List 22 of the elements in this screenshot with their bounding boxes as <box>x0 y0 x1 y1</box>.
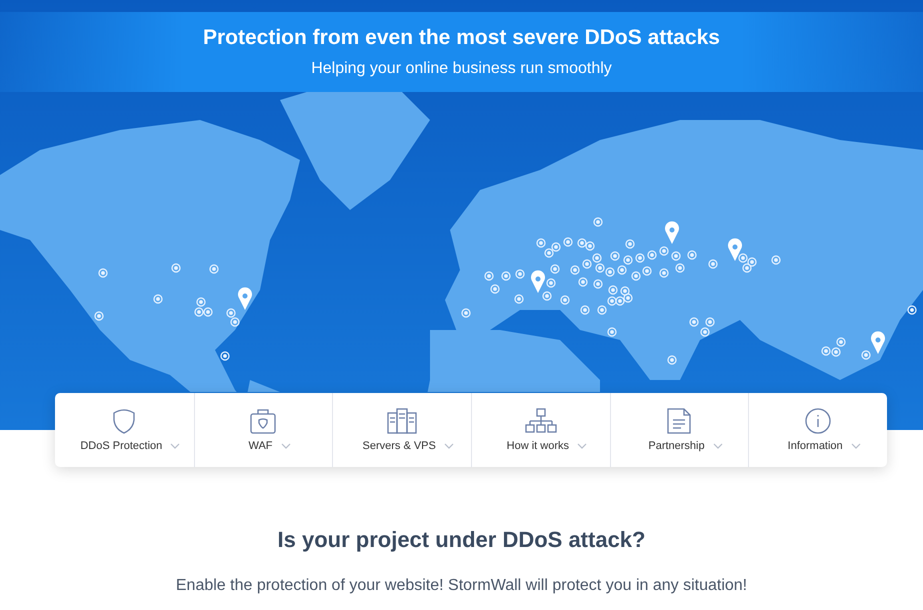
nav-menu-item[interactable]: DDoS Protection <box>55 393 194 467</box>
chevron-down-icon <box>170 443 180 449</box>
nav-menu-item[interactable]: Information <box>748 393 887 467</box>
hierarchy-icon <box>524 408 557 434</box>
nav-menu-item[interactable]: WAF <box>194 393 332 467</box>
section-heading: Is your project under DDoS attack? <box>276 527 646 553</box>
chevron-down-icon <box>712 443 723 449</box>
section-text: Enable the protection of your website! StormWall will protect you in any situation! <box>174 577 748 595</box>
chevron-down-icon <box>850 443 861 449</box>
info-icon <box>805 408 832 434</box>
document-icon <box>667 408 692 434</box>
nav-menu-item[interactable]: Servers & VPS <box>332 393 471 467</box>
hero-title: Protection from even the most severe DDoS attacks <box>202 26 720 50</box>
nav-menu-item[interactable]: How it works <box>471 393 610 467</box>
hero-subtitle: Helping your online business run smoothly <box>311 60 612 78</box>
chevron-down-icon <box>577 443 587 449</box>
briefcase-icon <box>250 408 276 434</box>
servers-icon <box>387 408 418 434</box>
nav-menu-item[interactable]: Partnership <box>610 393 748 467</box>
chevron-down-icon <box>280 443 290 449</box>
shield-icon <box>111 408 138 434</box>
chevron-down-icon <box>444 443 454 449</box>
